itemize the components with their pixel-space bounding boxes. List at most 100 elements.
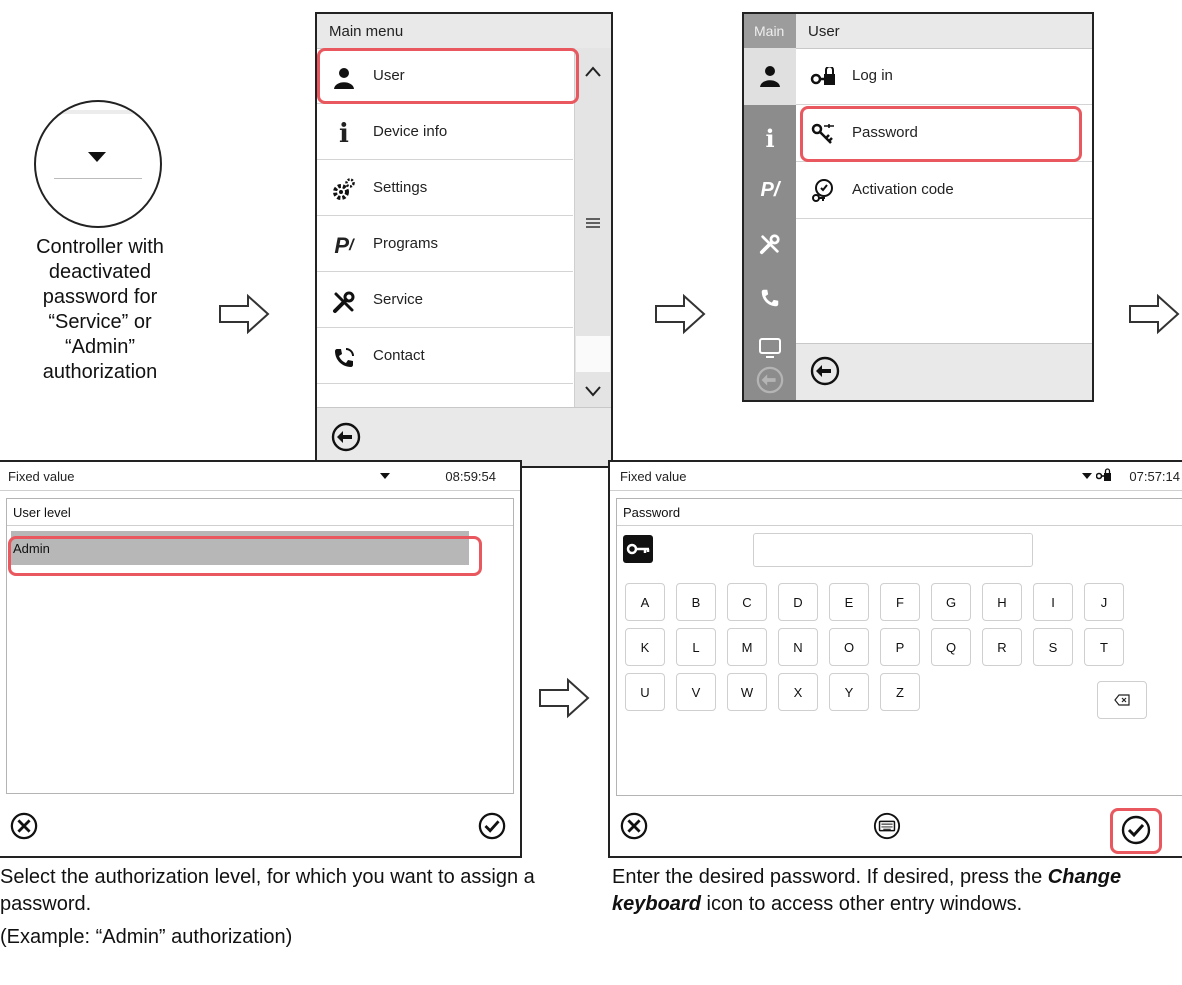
key-c[interactable]: C bbox=[727, 583, 767, 621]
key-o[interactable]: O bbox=[829, 628, 869, 666]
key-x[interactable]: X bbox=[778, 673, 818, 711]
key-z[interactable]: Z bbox=[880, 673, 920, 711]
key-h[interactable]: H bbox=[982, 583, 1022, 621]
key-icon bbox=[623, 535, 653, 563]
key-k[interactable]: K bbox=[625, 628, 665, 666]
user-menu-panel: Main i P/ User Log in Password Activatio… bbox=[742, 12, 1094, 402]
user-menu-header: User bbox=[796, 14, 1092, 49]
key-f[interactable]: F bbox=[880, 583, 920, 621]
scroll-up-icon[interactable] bbox=[585, 62, 601, 83]
back-icon[interactable] bbox=[331, 422, 361, 457]
description-right: Enter the desired password. If desired, … bbox=[612, 864, 1180, 918]
key-v[interactable]: V bbox=[676, 673, 716, 711]
key-n[interactable]: N bbox=[778, 628, 818, 666]
menu-item-label: Programs bbox=[373, 235, 439, 252]
sidebar-header[interactable]: Main bbox=[744, 14, 796, 48]
key-p[interactable]: P bbox=[880, 628, 920, 666]
section-header: User level bbox=[7, 499, 513, 526]
change-keyboard-icon[interactable] bbox=[872, 812, 902, 845]
key-q[interactable]: Q bbox=[931, 628, 971, 666]
programs-icon: P / bbox=[334, 233, 354, 258]
password-input[interactable] bbox=[753, 533, 1033, 567]
section-header: Password bbox=[617, 499, 1182, 526]
key-w[interactable]: W bbox=[727, 673, 767, 711]
cancel-icon[interactable] bbox=[620, 812, 648, 845]
description-left-text: Select the authorization level, for whic… bbox=[0, 866, 535, 915]
login-key-icon bbox=[810, 65, 836, 89]
key-y[interactable]: Y bbox=[829, 673, 869, 711]
user-level-panel: Fixed value 08:59:54 User level Admin bbox=[0, 460, 522, 858]
password-entry-area: Password ABCDEFGHIJ KLMNOPQRST UVWXYZ bbox=[616, 498, 1182, 796]
main-menu-title: Main menu bbox=[329, 23, 404, 40]
programs-icon[interactable]: P/ bbox=[754, 174, 786, 206]
dropdown-arrow-icon[interactable] bbox=[380, 473, 390, 479]
cancel-icon[interactable] bbox=[10, 812, 38, 845]
status-bar: Fixed value 08:59:54 bbox=[0, 462, 520, 491]
scroll-down-icon[interactable] bbox=[585, 384, 601, 402]
highlight-password bbox=[800, 106, 1082, 162]
clock-time: 07:57:14 bbox=[1129, 469, 1180, 484]
scroll-thumb[interactable] bbox=[576, 336, 610, 372]
confirm-icon[interactable] bbox=[478, 812, 506, 845]
user-menu-title: User bbox=[808, 23, 840, 40]
controller-line bbox=[54, 178, 142, 179]
key-i[interactable]: I bbox=[1033, 583, 1073, 621]
mode-label: Fixed value bbox=[8, 469, 75, 484]
dropdown-arrow-icon[interactable] bbox=[1082, 473, 1092, 479]
description-left-example: (Example: “Admin” authorization) bbox=[0, 926, 293, 948]
key-r[interactable]: R bbox=[982, 628, 1022, 666]
activation-code-icon bbox=[810, 179, 836, 203]
menu-item-settings[interactable]: Settings bbox=[317, 160, 573, 216]
key-g[interactable]: G bbox=[931, 583, 971, 621]
description-left: Select the authorization level, for whic… bbox=[0, 864, 540, 951]
main-menu-panel: Main menu User i Device info Settings P /… bbox=[315, 12, 613, 468]
menu-item-label: Contact bbox=[373, 347, 425, 364]
key-m[interactable]: M bbox=[727, 628, 767, 666]
menu-item-device-info[interactable]: i Device info bbox=[317, 104, 573, 160]
password-panel: Fixed value 07:57:14 Password ABCDEFGHIJ… bbox=[608, 460, 1182, 858]
flow-arrow-icon bbox=[655, 293, 706, 335]
key-d[interactable]: D bbox=[778, 583, 818, 621]
display-icon[interactable] bbox=[754, 332, 786, 364]
key-s[interactable]: S bbox=[1033, 628, 1073, 666]
sidebar-active-user[interactable] bbox=[744, 48, 796, 105]
menu-item-activation-code[interactable]: Activation code bbox=[796, 162, 1092, 219]
gears-icon bbox=[331, 178, 357, 202]
menu-item-label: Activation code bbox=[852, 181, 954, 198]
menu-item-contact[interactable]: Contact bbox=[317, 328, 573, 384]
key-e[interactable]: E bbox=[829, 583, 869, 621]
description-right-text-2: icon to access other entry windows. bbox=[700, 893, 1023, 915]
main-sidebar: Main i P/ bbox=[744, 14, 796, 400]
mode-label: Fixed value bbox=[620, 469, 687, 484]
service-tools-icon[interactable] bbox=[754, 228, 786, 260]
section-title: User level bbox=[13, 505, 71, 520]
backspace-key[interactable] bbox=[1097, 681, 1147, 719]
menu-item-label: Service bbox=[373, 291, 424, 308]
key-l[interactable]: L bbox=[676, 628, 716, 666]
scroll-handle-icon[interactable] bbox=[585, 216, 601, 234]
phone-icon bbox=[331, 346, 357, 370]
key-j[interactable]: J bbox=[1084, 583, 1124, 621]
section-title: Password bbox=[623, 505, 681, 520]
description-right-text: Enter the desired password. If desired, … bbox=[612, 866, 1043, 888]
backspace-icon bbox=[1114, 694, 1130, 706]
main-menu-scrollbar[interactable] bbox=[574, 48, 611, 414]
key-b[interactable]: B bbox=[676, 583, 716, 621]
key-t[interactable]: T bbox=[1084, 628, 1124, 666]
key-a[interactable]: A bbox=[625, 583, 665, 621]
back-icon[interactable] bbox=[810, 356, 840, 391]
dialog-footer bbox=[0, 796, 520, 856]
phone-icon[interactable] bbox=[754, 282, 786, 314]
main-menu-header: Main menu bbox=[317, 14, 611, 49]
menu-item-log-in[interactable]: Log in bbox=[796, 48, 1092, 105]
menu-item-programs[interactable]: P / Programs bbox=[317, 216, 573, 272]
dialog-footer bbox=[610, 796, 1182, 856]
menu-item-service[interactable]: Service bbox=[317, 272, 573, 328]
info-icon[interactable]: i bbox=[754, 122, 786, 154]
dropdown-arrow-icon bbox=[88, 152, 106, 162]
status-bar: Fixed value 07:57:14 bbox=[610, 462, 1182, 491]
sidebar-main-label: Main bbox=[754, 23, 785, 39]
main-menu-footer bbox=[317, 407, 611, 466]
key-u[interactable]: U bbox=[625, 673, 665, 711]
flow-arrow-icon bbox=[539, 677, 590, 719]
